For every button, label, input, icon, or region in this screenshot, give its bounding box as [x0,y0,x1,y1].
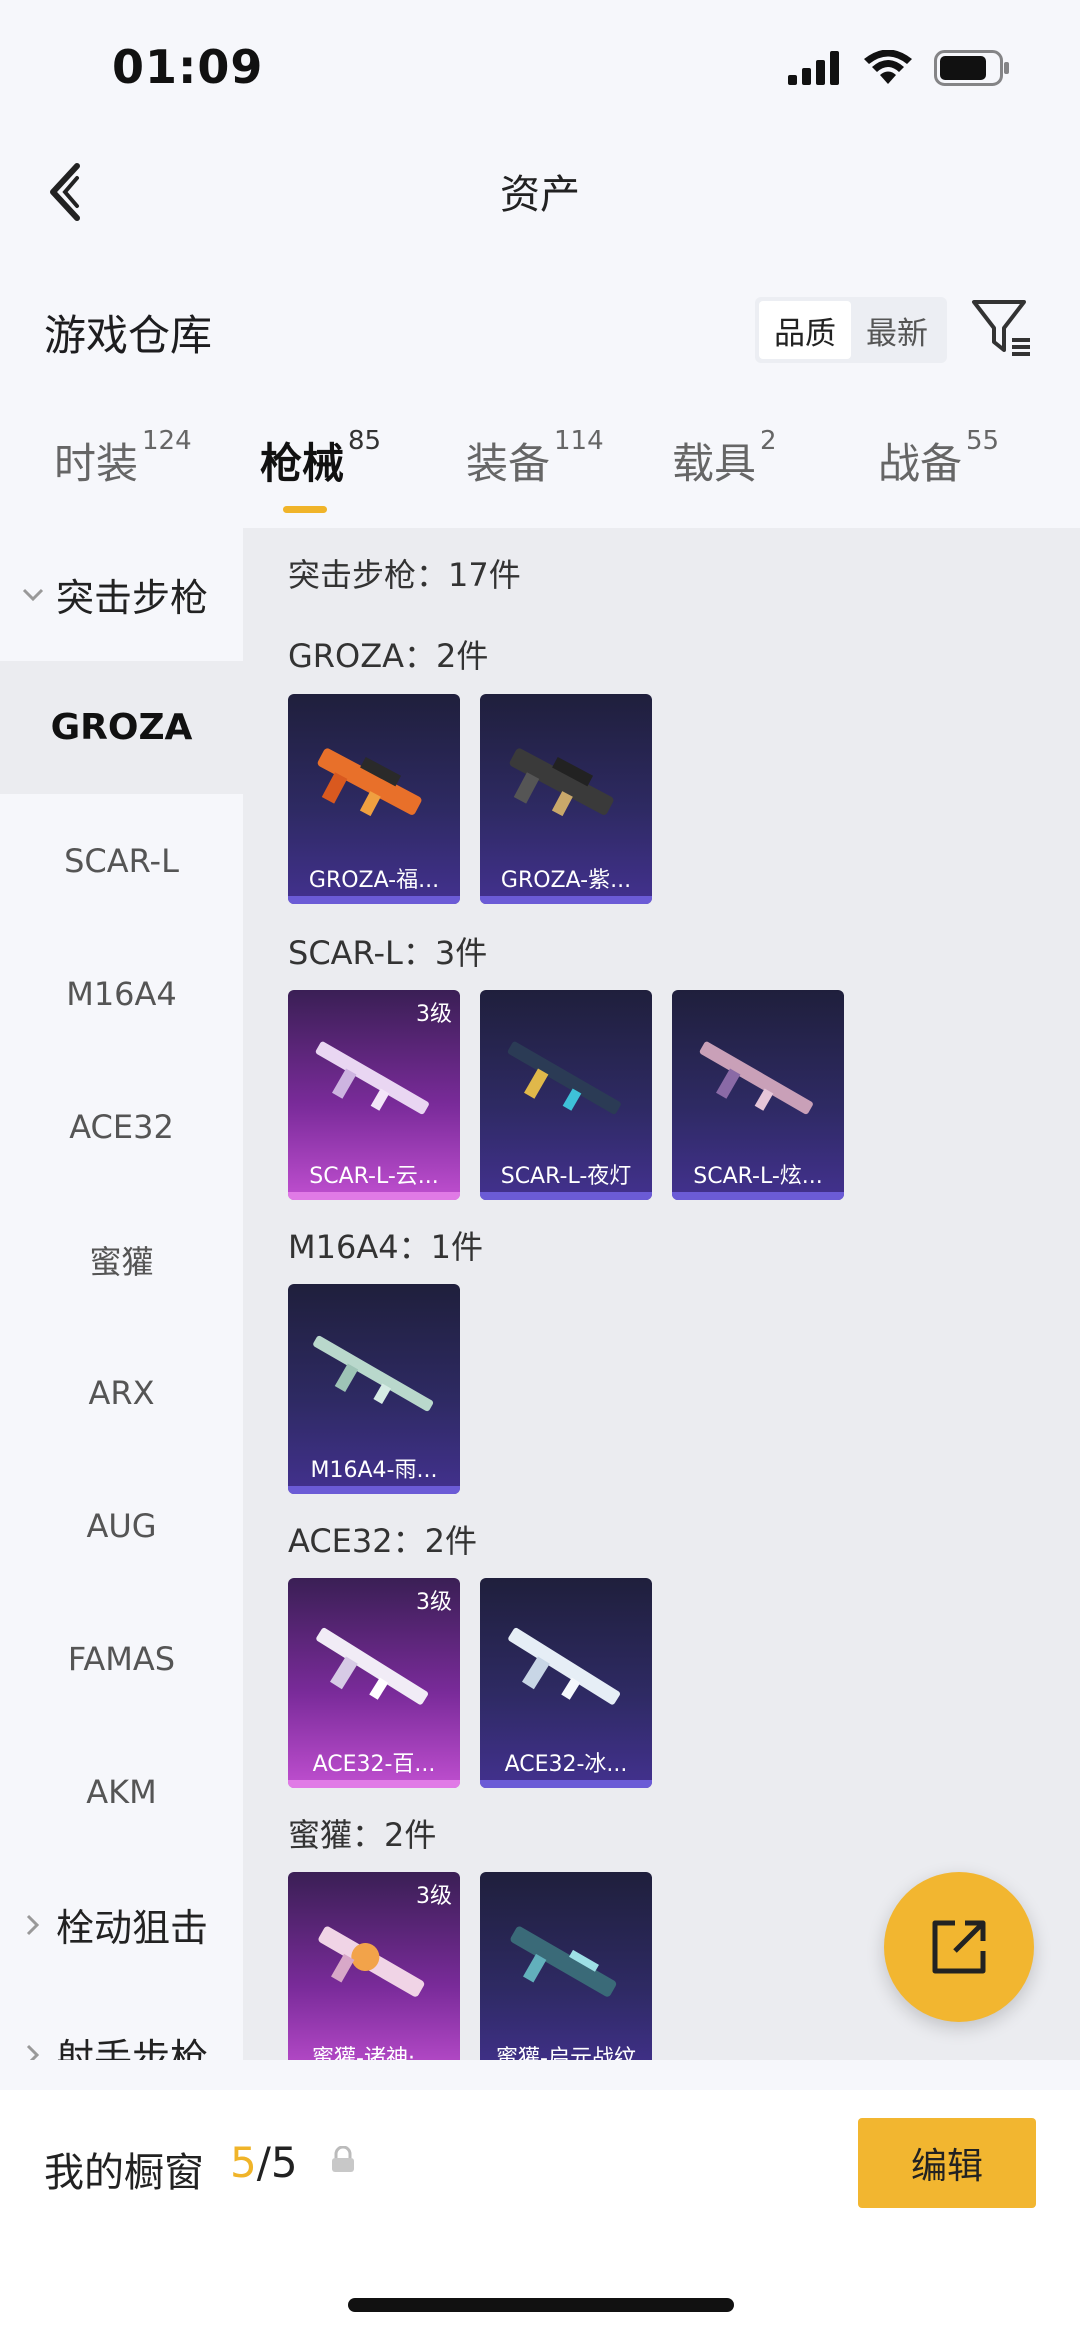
weapon-card[interactable]: ACE32-冰... [480,1578,652,1788]
tab-guns[interactable]: 枪械 85 [260,426,381,491]
chevron-right-icon [18,1914,48,1936]
sort-option-quality[interactable]: 品质 [759,301,851,359]
gun-icon [316,1627,428,1705]
weapon-sidebar: 突击步枪 GROZA SCAR-L M16A4 ACE32 蜜獾 ARX AUG… [0,528,243,2060]
sidebar-item-arx[interactable]: ARX [0,1326,243,1459]
status-icons [788,50,1010,86]
filter-icon [972,300,1030,356]
status-time: 01:09 [112,40,264,94]
showcase-label: 我的橱窗 [44,2150,204,2196]
gun-icon [699,1041,813,1115]
weapon-card[interactable]: 3级 SCAR-L-云... [288,990,460,1200]
sidebar-item-famas[interactable]: FAMAS [0,1592,243,1725]
weapon-card[interactable]: GROZA-福... [288,694,460,904]
page-title: 资产 [500,172,580,218]
sort-toggle: 品质 最新 [755,297,947,363]
edit-button[interactable]: 编辑 [858,2118,1036,2208]
sidebar-item-ace32[interactable]: ACE32 [0,1060,243,1193]
sidebar-item-groza[interactable]: GROZA [0,661,243,794]
chevron-down-icon [18,588,48,602]
wifi-icon [864,50,912,84]
category-total: 突击步枪：17件 [288,556,521,594]
gun-icon [315,1041,429,1115]
sidebar-item-aug[interactable]: AUG [0,1459,243,1592]
battery-icon [934,50,1009,86]
showcase-count: 5/5 [230,2138,298,2187]
share-icon [932,1920,986,1974]
share-button[interactable] [884,1872,1034,2022]
gun-icon [317,748,422,817]
weapon-card[interactable]: 3级 蜜獾-诸神·... [288,1872,460,2060]
weapon-name: SCAR-L-夜灯 [500,1164,632,1189]
weapon-card[interactable]: GROZA-紫... [480,694,652,904]
weapon-name: M16A4-雨... [310,1458,438,1483]
gun-icon [507,1041,621,1115]
tab-vehicles[interactable]: 载具 2 [672,426,777,491]
sidebar-item-akm[interactable]: AKM [0,1725,243,1858]
sidebar-category-assault-rifles[interactable]: 突击步枪 [0,528,243,661]
weapon-card[interactable]: SCAR-L-夜灯 [480,990,652,1200]
gun-icon [313,1335,434,1412]
lock-icon [330,2145,356,2178]
group-label: ACE32：2件 [288,1522,477,1560]
weapon-name: GROZA-紫... [500,868,632,893]
filter-button[interactable] [970,296,1034,360]
signal-icon [788,51,839,85]
gun-icon [510,1926,617,1997]
weapon-card[interactable]: M16A4-雨... [288,1284,460,1494]
group-label: SCAR-L：3件 [288,934,488,972]
sort-option-latest[interactable]: 最新 [851,301,943,359]
category-tabs: 时装 124 枪械 85 装备 114 载具 2 战备 55 [0,426,1080,520]
group-label: GROZA：2件 [288,637,489,675]
sidebar-item-scar-l[interactable]: SCAR-L [0,794,243,927]
home-indicator [348,2298,734,2312]
sidebar-item-m16a4[interactable]: M16A4 [0,927,243,1060]
weapon-name: SCAR-L-炫... [693,1164,823,1189]
weapon-name: SCAR-L-云... [309,1164,439,1189]
tab-supplies[interactable]: 战备 55 [878,426,999,491]
group-label: 蜜獾：2件 [288,1816,437,1854]
weapon-card[interactable]: 蜜獾-启元战纹 [480,1872,652,2060]
weapon-name: 蜜獾-启元战纹 [496,2046,636,2060]
tab-equipment[interactable]: 装备 114 [466,426,604,491]
gun-icon [318,1926,425,1997]
warehouse-title: 游戏仓库 [44,311,213,360]
tab-indicator [283,506,327,513]
sidebar-category-marksman[interactable]: 射手步枪 [0,1988,243,2060]
sidebar-category-bolt-sniper[interactable]: 栓动狙击 [0,1858,243,1991]
weapon-name: 蜜獾-诸神·... [312,2046,436,2060]
weapon-name: ACE32-冰... [504,1752,628,1777]
sidebar-item-honey-badger[interactable]: 蜜獾 [0,1193,243,1326]
weapon-name: GROZA-福... [308,868,440,893]
weapon-card[interactable]: SCAR-L-炫... [672,990,844,1200]
weapon-content: 突击步枪：17件 GROZA：2件 GROZA-福... GROZA-紫... … [243,528,1080,2060]
group-label: M16A4：1件 [288,1228,483,1266]
gun-icon [509,748,614,817]
weapon-card[interactable]: 3级 ACE32-百... [288,1578,460,1788]
chevron-right-icon [18,2044,48,2060]
weapon-name: ACE32-百... [312,1752,436,1777]
gun-icon [508,1627,620,1705]
tab-fashion[interactable]: 时装 124 [54,426,192,491]
